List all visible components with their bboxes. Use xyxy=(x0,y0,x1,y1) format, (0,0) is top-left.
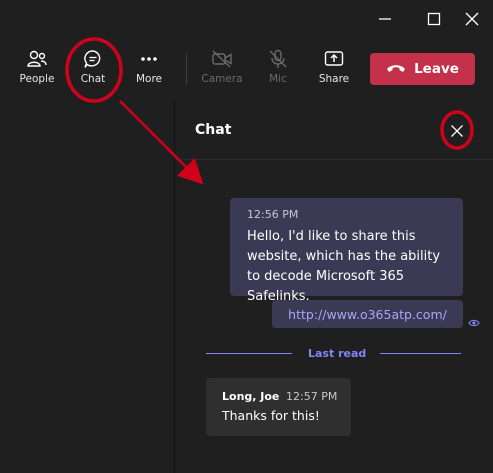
message-text: Thanks for this! xyxy=(222,408,320,423)
leave-label: Leave xyxy=(414,61,459,77)
title-bar xyxy=(0,0,493,38)
message-author: Long, Joe xyxy=(222,390,280,403)
outgoing-message: 12:56 PM Hello, I'd like to share this w… xyxy=(230,198,463,304)
message-text: Hello, I'd like to share this website, w… xyxy=(247,229,441,304)
more-label: More xyxy=(135,73,163,85)
camera-off-icon xyxy=(212,50,232,68)
message-timestamp: 12:57 PM xyxy=(286,390,338,403)
share-label: Share xyxy=(318,73,350,85)
window-close-button[interactable] xyxy=(457,4,487,34)
chat-button[interactable]: Chat xyxy=(69,46,117,94)
people-button[interactable]: People xyxy=(13,46,61,94)
outgoing-link-message: http://www.o365atp.com/ xyxy=(272,300,463,328)
mic-button[interactable]: Mic xyxy=(254,46,302,94)
chat-panel: Chat 12:56 PM Hello, I'd like to share t… xyxy=(175,100,493,473)
minimize-button[interactable] xyxy=(370,4,400,34)
leave-button[interactable]: Leave xyxy=(370,53,475,85)
meeting-stage xyxy=(0,100,174,473)
chat-header: Chat xyxy=(175,100,493,160)
mic-off-icon xyxy=(269,49,287,68)
incoming-message: Long, Joe 12:57 PM Thanks for this! xyxy=(206,378,351,436)
maximize-button[interactable] xyxy=(419,4,449,34)
last-read-divider-right xyxy=(380,353,461,354)
mic-label: Mic xyxy=(269,73,287,85)
chat-title: Chat xyxy=(195,122,232,138)
camera-label: Camera xyxy=(201,73,243,85)
message-link[interactable]: http://www.o365atp.com/ xyxy=(288,307,447,322)
chat-label: Chat xyxy=(80,73,106,85)
more-icon xyxy=(141,57,157,61)
toolbar-divider xyxy=(186,53,187,85)
share-button[interactable]: Share xyxy=(310,46,358,94)
close-icon xyxy=(451,125,463,137)
maximize-icon xyxy=(427,12,441,26)
minimize-icon xyxy=(379,18,391,20)
last-read-label: Last read xyxy=(308,347,367,360)
last-read-divider-left xyxy=(206,353,292,354)
message-timestamp: 12:56 PM xyxy=(247,208,299,221)
chat-icon xyxy=(84,50,101,68)
share-icon xyxy=(324,51,344,66)
people-icon xyxy=(27,50,47,67)
camera-button[interactable]: Camera xyxy=(198,46,246,94)
phone-hangup-icon xyxy=(387,65,406,72)
seen-eye-icon xyxy=(468,319,480,327)
more-button[interactable]: More xyxy=(125,46,173,94)
people-label: People xyxy=(19,73,55,85)
close-chat-button[interactable] xyxy=(446,120,468,142)
close-icon xyxy=(465,12,479,26)
